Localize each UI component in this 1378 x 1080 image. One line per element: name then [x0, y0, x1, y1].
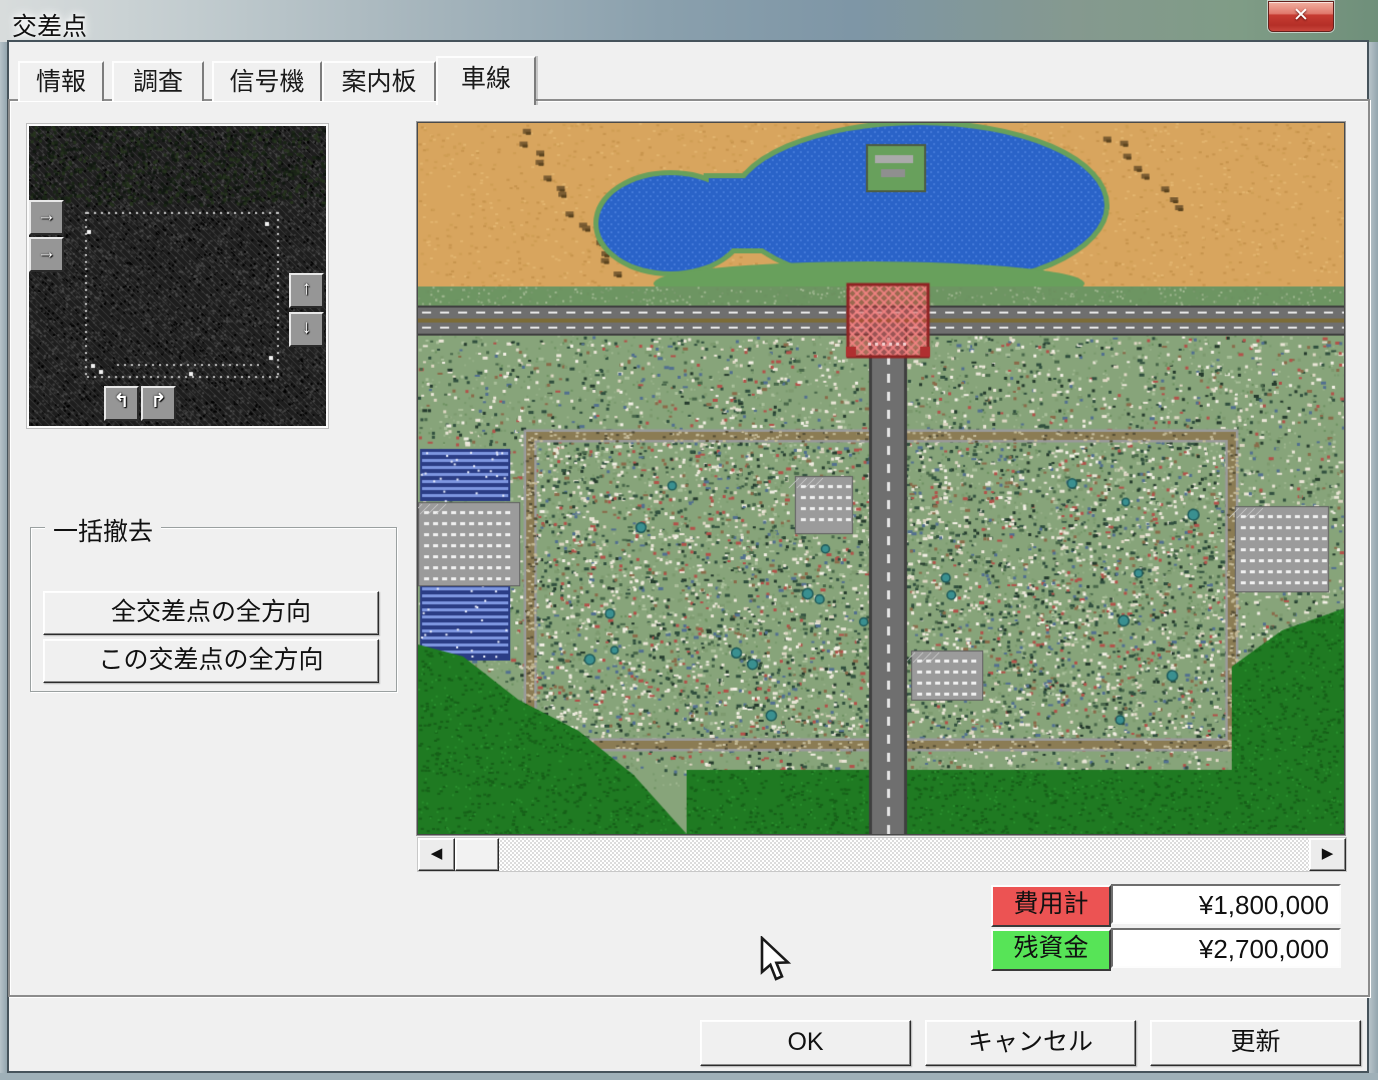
window-border-right [1369, 42, 1378, 1080]
ok-button[interactable]: OK [700, 1020, 911, 1066]
close-icon: ✕ [1293, 5, 1309, 26]
close-button[interactable]: ✕ [1268, 1, 1334, 32]
lane-arrow-button-bottom-left[interactable]: ↰ [104, 386, 139, 421]
window-title: 交差点 [12, 7, 87, 43]
scroll-right-button[interactable]: ▶ [1309, 838, 1346, 871]
remaining-funds-value: ¥2,700,000 [1111, 928, 1341, 968]
intersection-dialog: 交差点 ✕ 情報 調査 信号機 案内板 車線 → → ↑ ↓ ↰ ↱ 一括撤去 … [0, 0, 1378, 1080]
total-cost-label: 費用計 [991, 885, 1111, 927]
lane-arrow-button-bottom-right[interactable]: ↱ [141, 386, 176, 421]
window-border-bottom [0, 1073, 1378, 1080]
intersection-preview[interactable]: → → ↑ ↓ ↰ ↱ [26, 123, 329, 429]
scroll-left-button[interactable]: ◀ [418, 838, 455, 871]
remaining-funds-label: 残資金 [991, 929, 1111, 971]
tab-survey[interactable]: 調査 [112, 61, 204, 101]
lane-arrow-button-right-bottom[interactable]: ↓ [289, 312, 324, 347]
scrollbar-thumb[interactable] [455, 838, 499, 871]
lane-arrow-button-left-top[interactable]: → [29, 200, 64, 235]
bulk-remove-group: 一括撤去 全交差点の全方向 この交差点の全方向 [30, 527, 397, 692]
titlebar[interactable]: 交差点 ✕ [0, 0, 1378, 42]
cancel-button[interactable]: キャンセル [925, 1020, 1136, 1066]
map-horizontal-scrollbar[interactable]: ◀ ▶ [417, 837, 1347, 872]
arrow-right-icon: → [37, 205, 56, 226]
bulk-remove-group-label: 一括撤去 [45, 512, 161, 548]
arrow-turn-right-icon: ↱ [151, 391, 167, 412]
window-border-left [0, 42, 7, 1080]
update-button[interactable]: 更新 [1150, 1020, 1361, 1066]
remove-all-intersections-button[interactable]: 全交差点の全方向 [43, 591, 379, 635]
intersection-preview-canvas[interactable] [29, 126, 326, 426]
total-cost-value: ¥1,800,000 [1111, 884, 1341, 924]
tab-signals[interactable]: 信号機 [212, 61, 322, 101]
arrow-turn-left-icon: ↰ [114, 391, 130, 412]
triangle-right-icon: ▶ [1322, 845, 1334, 862]
arrow-right-icon: → [37, 242, 56, 263]
tab-guideboard[interactable]: 案内板 [322, 61, 436, 101]
city-map-canvas[interactable] [418, 123, 1344, 834]
lane-arrow-button-right-top[interactable]: ↑ [289, 273, 324, 308]
lane-arrow-button-left-bottom[interactable]: → [29, 237, 64, 272]
triangle-left-icon: ◀ [431, 845, 443, 862]
tab-lanes[interactable]: 車線 [436, 56, 536, 105]
arrow-up-icon: ↑ [302, 278, 312, 299]
city-map-viewport[interactable] [417, 122, 1345, 835]
tab-info[interactable]: 情報 [18, 61, 104, 101]
remove-this-intersection-button[interactable]: この交差点の全方向 [43, 639, 379, 683]
arrow-down-icon: ↓ [302, 317, 312, 338]
